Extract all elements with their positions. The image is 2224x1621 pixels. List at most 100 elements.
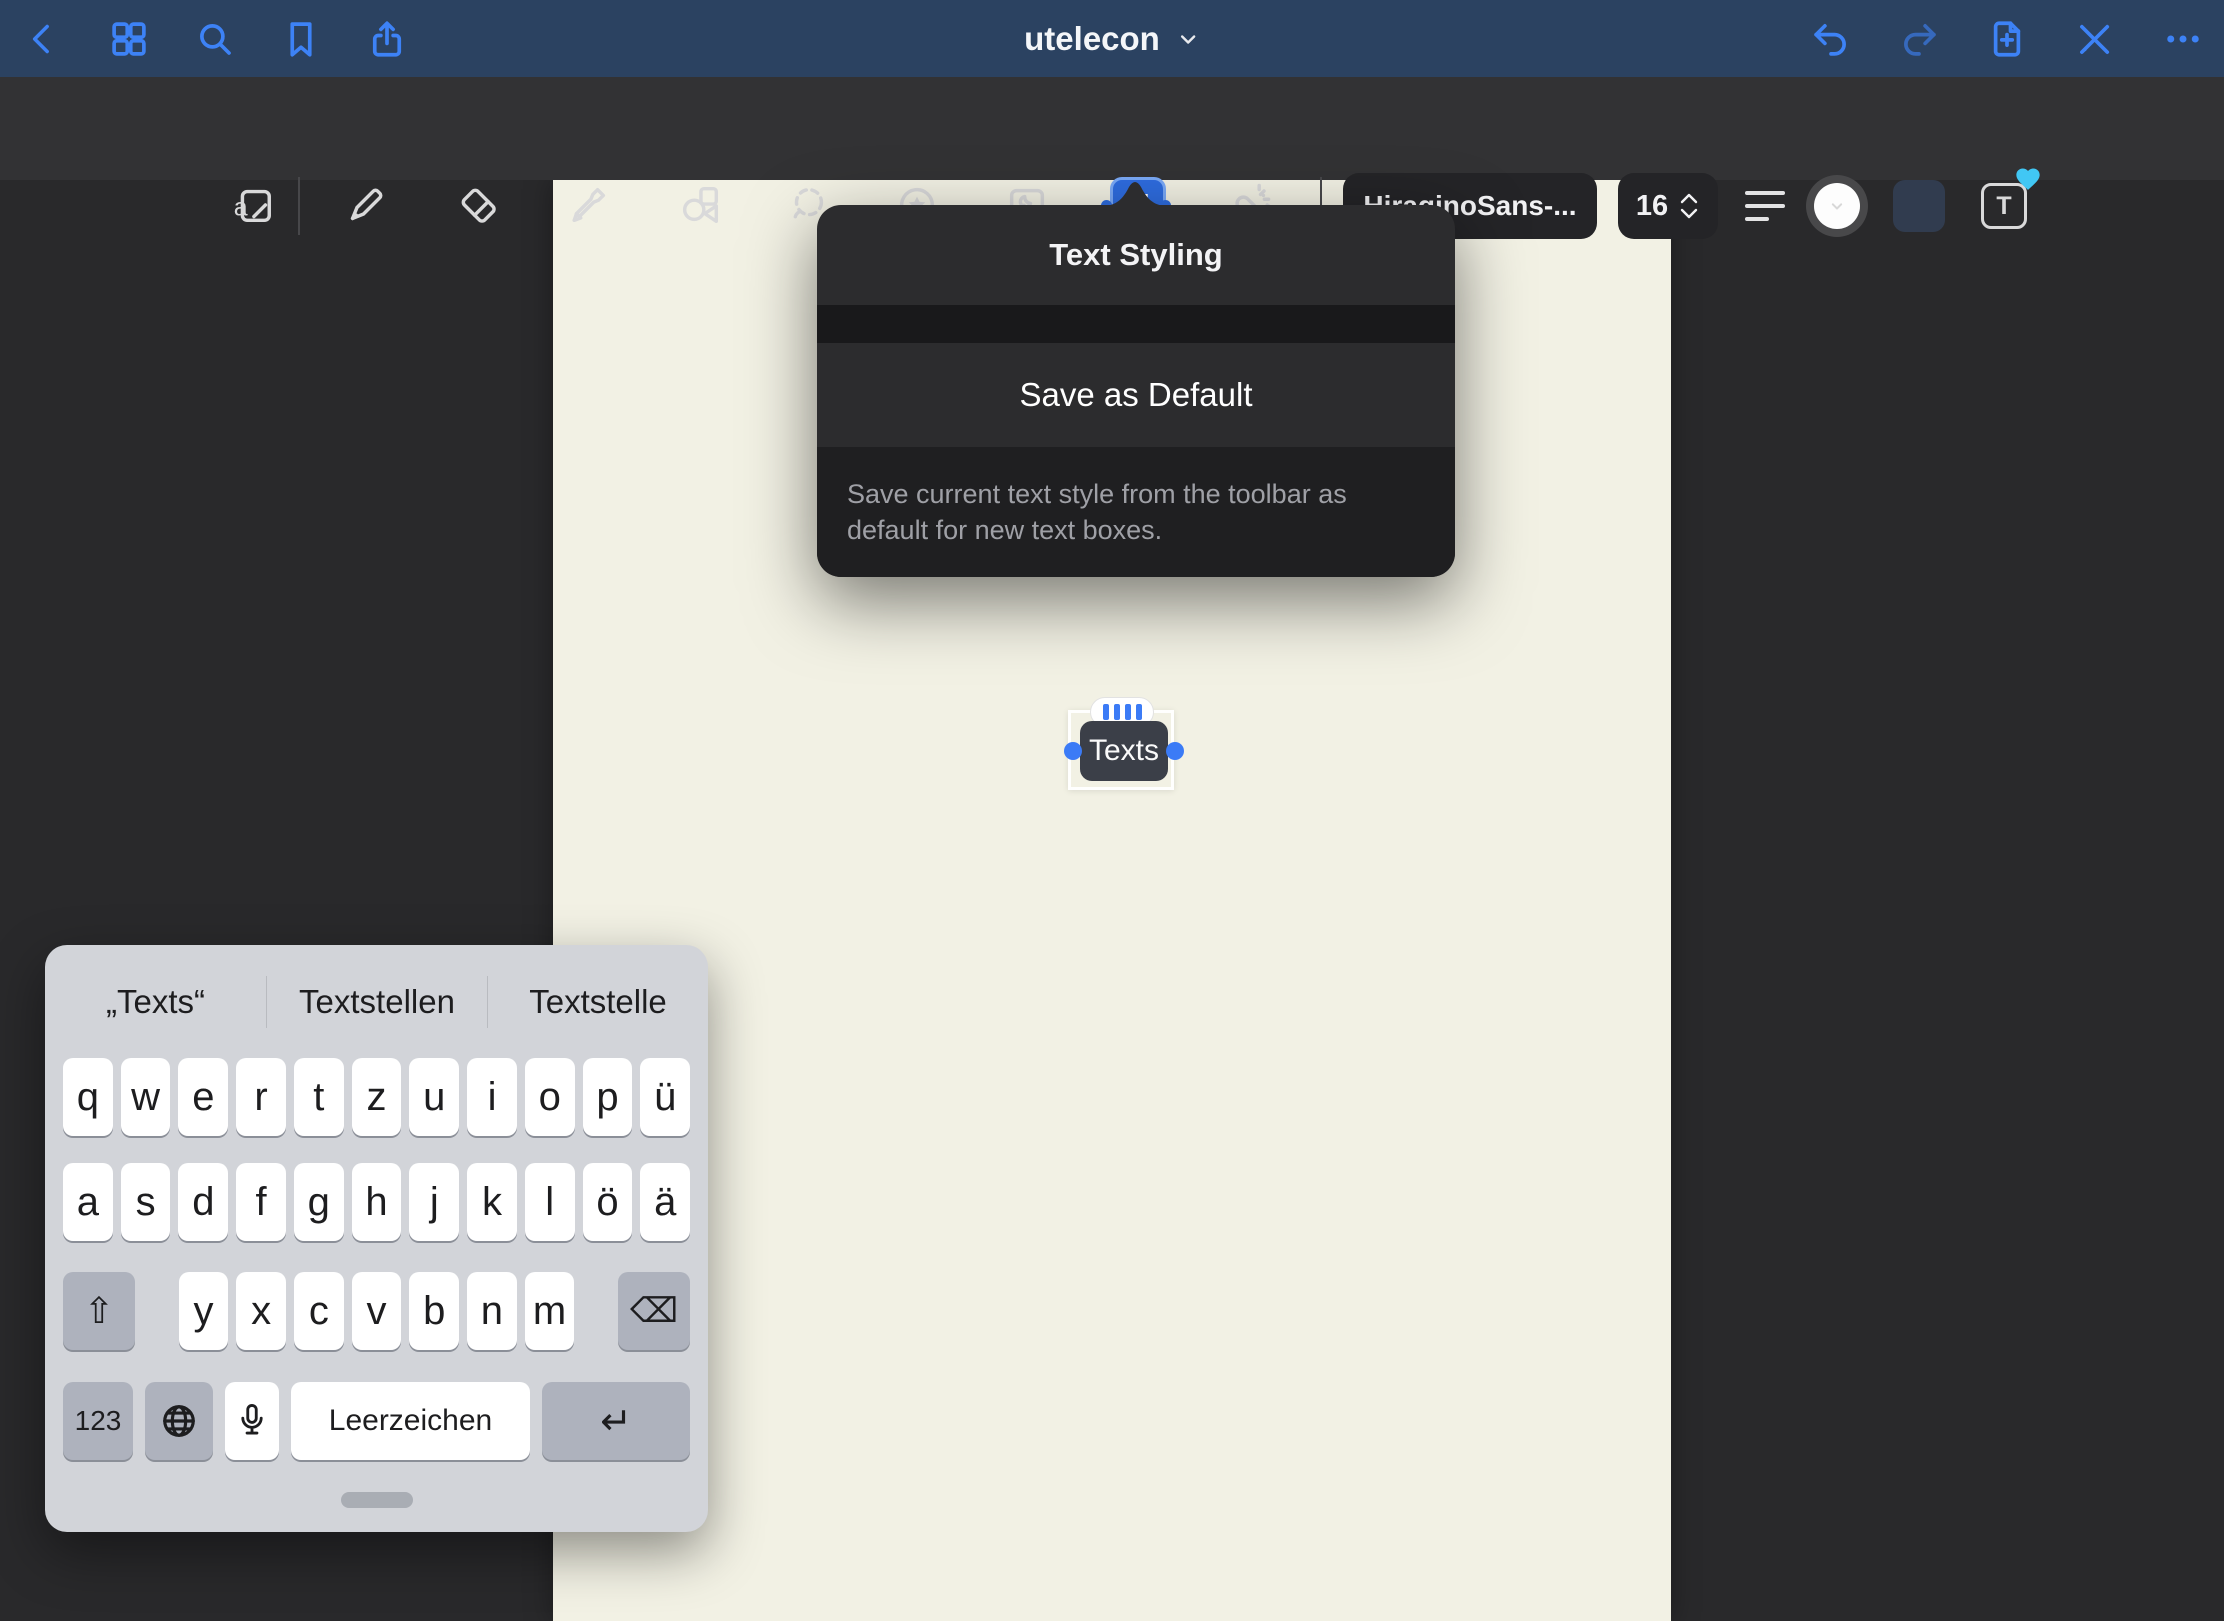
suggestion-bar: „Texts“TextstellenTextstelle (45, 959, 708, 1045)
key-q[interactable]: q (63, 1058, 113, 1136)
key-ü[interactable]: ü (640, 1058, 690, 1136)
key-j[interactable]: j (409, 1163, 459, 1241)
suggestion-2[interactable]: Textstellen (266, 976, 487, 1028)
key-p[interactable]: p (583, 1058, 633, 1136)
key-n[interactable]: n (467, 1272, 517, 1350)
share-button[interactable] (362, 14, 412, 64)
key-w[interactable]: w (121, 1058, 171, 1136)
microphone-icon (235, 1402, 269, 1440)
text-box[interactable]: Texts (1080, 721, 1168, 781)
pen-tool-button[interactable] (334, 173, 398, 237)
align-left-icon (1745, 191, 1785, 221)
space-key[interactable]: Leerzeichen (291, 1382, 530, 1460)
topbar-left-group (18, 0, 412, 77)
popup-arrow (1093, 173, 1177, 207)
key-x[interactable]: x (236, 1272, 286, 1350)
toolbar-divider (298, 177, 300, 235)
dictation-key[interactable] (225, 1382, 279, 1460)
drag-handle-bar (1136, 704, 1142, 720)
popup-separator-band (817, 305, 1455, 343)
bookmark-icon (280, 18, 322, 60)
popup-title: Text Styling (817, 205, 1455, 305)
key-o[interactable]: o (525, 1058, 575, 1136)
thumbnails-button[interactable] (104, 14, 154, 64)
back-button[interactable] (18, 14, 68, 64)
zoom-window-tool-icon: a (229, 182, 275, 228)
app-root: utelecon (0, 0, 2224, 1621)
key-b[interactable]: b (409, 1272, 459, 1350)
text-align-button[interactable] (1733, 173, 1797, 239)
globe-key[interactable] (145, 1382, 213, 1460)
text-styling-popup: Text Styling Save as Default Save curren… (817, 205, 1455, 577)
key-k[interactable]: k (467, 1163, 517, 1241)
keyboard-row-3: ⇧ yxcvbnm ⌫ (63, 1272, 690, 1350)
chevron-left-icon (23, 19, 63, 59)
redo-button[interactable] (1894, 14, 1944, 64)
key-h[interactable]: h (352, 1163, 402, 1241)
row3-letters: yxcvbnm (179, 1272, 575, 1350)
key-ö[interactable]: ö (583, 1163, 633, 1241)
svg-text:a: a (234, 194, 248, 222)
add-page-button[interactable] (1982, 14, 2032, 64)
key-i[interactable]: i (467, 1058, 517, 1136)
key-r[interactable]: r (236, 1058, 286, 1136)
key-a[interactable]: a (63, 1163, 113, 1241)
row3-spacer (574, 1272, 618, 1350)
key-e[interactable]: e (178, 1058, 228, 1136)
key-y[interactable]: y (179, 1272, 229, 1350)
chevron-down-icon (1176, 27, 1200, 51)
more-button[interactable] (2158, 14, 2208, 64)
keyboard-row-1: qwertzuiopü (63, 1058, 690, 1136)
topbar-right-group (1806, 0, 2208, 77)
heart-icon (2013, 165, 2043, 193)
redo-icon (1898, 18, 1940, 60)
suggestion-1[interactable]: „Texts“ (45, 976, 266, 1028)
key-v[interactable]: v (352, 1272, 402, 1350)
shapes-icon (677, 182, 723, 228)
search-button[interactable] (190, 14, 240, 64)
bookmark-button[interactable] (276, 14, 326, 64)
secondary-color-swatch[interactable] (1893, 180, 1945, 232)
search-icon (194, 18, 236, 60)
grid-icon (108, 18, 150, 60)
eraser-tool-button[interactable] (446, 173, 510, 237)
save-as-default-button[interactable]: Save as Default (817, 343, 1455, 447)
font-size-stepper[interactable]: 16 (1618, 173, 1718, 239)
key-d[interactable]: d (178, 1163, 228, 1241)
key-f[interactable]: f (236, 1163, 286, 1241)
readonly-mode-button[interactable] (2070, 14, 2120, 64)
suggestion-3[interactable]: Textstelle (487, 976, 708, 1028)
text-color-button[interactable] (1806, 175, 1868, 237)
eraser-icon (455, 182, 501, 228)
selection-handle-right[interactable] (1166, 742, 1184, 760)
key-c[interactable]: c (294, 1272, 344, 1350)
selection-handle-left[interactable] (1064, 742, 1082, 760)
row3-spacer (135, 1272, 179, 1350)
backspace-key[interactable]: ⌫ (618, 1272, 690, 1350)
shift-key[interactable]: ⇧ (63, 1272, 135, 1350)
key-ä[interactable]: ä (640, 1163, 690, 1241)
text-box-content: Texts (1089, 734, 1159, 768)
highlighter-icon (565, 182, 611, 228)
document-title-group[interactable]: utelecon (1024, 0, 1200, 77)
numbers-key[interactable]: 123 (63, 1382, 133, 1460)
key-g[interactable]: g (294, 1163, 344, 1241)
popup-description: Save current text style from the toolbar… (817, 447, 1455, 577)
key-u[interactable]: u (409, 1058, 459, 1136)
keyboard-grabber[interactable] (341, 1492, 413, 1508)
ellipsis-icon (2162, 18, 2204, 60)
key-t[interactable]: t (294, 1058, 344, 1136)
keyboard-row-2: asdfghjklöä (63, 1163, 690, 1241)
onscreen-keyboard: „Texts“TextstellenTextstelle qwertzuiopü… (45, 945, 708, 1532)
key-m[interactable]: m (525, 1272, 575, 1350)
shapes-tool-button[interactable] (668, 173, 732, 237)
font-size-value: 16 (1636, 190, 1668, 223)
zoom-window-tool-button[interactable]: a (220, 173, 284, 237)
key-l[interactable]: l (525, 1163, 575, 1241)
return-key[interactable]: ↵ (542, 1382, 690, 1460)
keyboard-row-4: 123 Leerzeichen ↵ (63, 1382, 690, 1460)
undo-button[interactable] (1806, 14, 1856, 64)
highlighter-tool-button[interactable] (556, 173, 620, 237)
key-s[interactable]: s (121, 1163, 171, 1241)
key-z[interactable]: z (352, 1058, 402, 1136)
